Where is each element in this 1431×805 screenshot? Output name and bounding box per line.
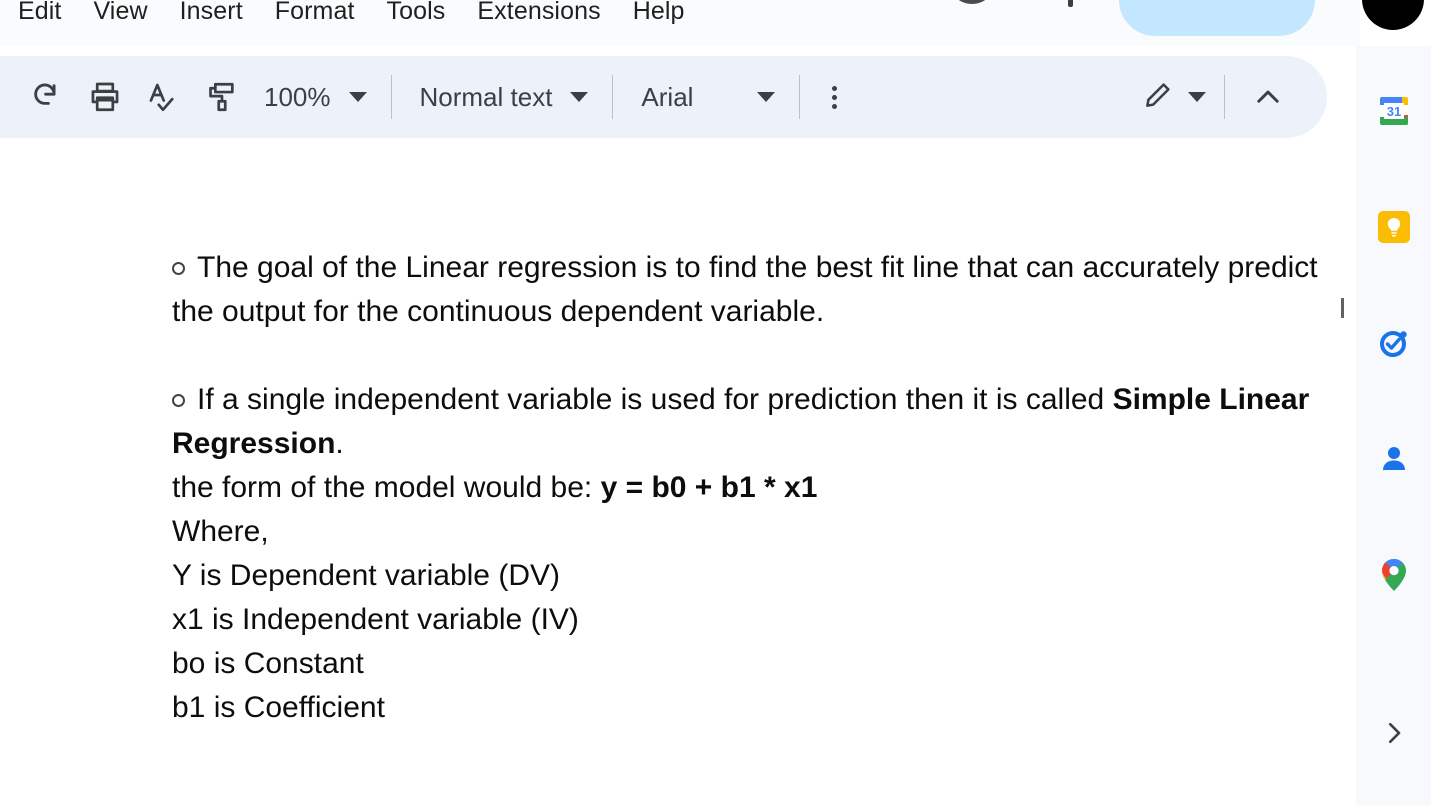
paragraph-model-form[interactable]: the form of the model would be: y = b0 +… <box>172 466 1356 510</box>
more-options-icon <box>831 85 837 91</box>
menu-item-help[interactable]: Help <box>629 0 689 26</box>
side-panel-item-tasks[interactable] <box>1371 322 1417 368</box>
paragraph-coefficient[interactable]: b1 is Coefficient <box>172 686 1356 730</box>
hollow-bullet-icon <box>172 262 185 275</box>
document-canvas[interactable]: The goal of the Linear regression is to … <box>0 138 1356 805</box>
paragraph-text-prefix: If a single independent variable is used… <box>197 383 1113 416</box>
side-panel: 31 <box>1356 46 1431 805</box>
print-icon <box>88 80 122 114</box>
paint-format-icon <box>204 80 238 114</box>
side-panel-item-maps[interactable] <box>1371 554 1417 600</box>
paragraph-constant[interactable]: bo is Constant <box>172 642 1356 686</box>
document-body[interactable]: The goal of the Linear regression is to … <box>172 246 1356 730</box>
menu-bar: Edit View Insert Format Tools Extensions… <box>0 0 1424 46</box>
google-contacts-icon <box>1377 442 1411 481</box>
paragraph-dependent-variable[interactable]: Y is Dependent variable (DV) <box>172 554 1356 598</box>
more-options-button[interactable] <box>814 73 854 121</box>
toolbar-divider <box>612 75 614 119</box>
toolbar-divider <box>1224 75 1225 119</box>
chevron-down-icon <box>757 92 776 102</box>
avatar[interactable] <box>1362 0 1424 30</box>
redo-button[interactable] <box>18 68 76 126</box>
menu-item-edit[interactable]: Edit <box>14 0 65 26</box>
toolbar-divider <box>390 75 392 119</box>
redo-icon <box>30 80 64 114</box>
google-tasks-icon <box>1377 326 1411 365</box>
side-panel-item-keep[interactable] <box>1371 206 1417 252</box>
side-panel-expand-button[interactable] <box>1371 712 1417 758</box>
spellcheck-icon <box>146 80 180 114</box>
paragraph-where[interactable]: Where, <box>172 510 1356 554</box>
paragraph-bullet-simple-linear[interactable]: If a single independent variable is used… <box>172 378 1356 466</box>
pencil-edit-icon <box>1142 79 1174 116</box>
google-docs-window: Edit View Insert Format Tools Extensions… <box>0 0 1431 805</box>
paragraph-bullet-goal[interactable]: The goal of the Linear regression is to … <box>172 246 1356 334</box>
toolbar-divider <box>799 75 801 119</box>
chevron-up-icon <box>1251 80 1285 114</box>
chevron-right-icon <box>1379 718 1409 753</box>
print-button[interactable] <box>76 68 134 126</box>
paint-format-button[interactable] <box>192 68 250 126</box>
chevron-down-icon <box>348 92 367 102</box>
zoom-select[interactable]: 100% <box>250 71 377 123</box>
svg-text:31: 31 <box>1386 104 1400 119</box>
menu-item-tools[interactable]: Tools <box>383 0 450 26</box>
editing-mode-select[interactable] <box>1128 71 1210 123</box>
toolbar: 100% Normal text Arial <box>0 56 1327 138</box>
menu-item-view[interactable]: View <box>89 0 151 26</box>
model-form-equation: y = b0 + b1 * x1 <box>600 471 818 504</box>
model-form-prefix: the form of the model would be: <box>172 471 601 504</box>
google-maps-icon <box>1378 557 1410 598</box>
share-button[interactable] <box>1119 0 1315 36</box>
text-cursor <box>1341 298 1344 318</box>
side-panel-item-calendar[interactable]: 31 <box>1371 90 1417 136</box>
paragraph-text: The goal of the Linear regression is to … <box>172 251 1318 328</box>
side-panel-item-contacts[interactable] <box>1371 438 1417 484</box>
paragraph-text-suffix: . <box>335 427 344 460</box>
google-keep-icon <box>1377 210 1411 249</box>
collapse-toolbar-button[interactable] <box>1239 68 1297 126</box>
menu-item-insert[interactable]: Insert <box>176 0 247 26</box>
hollow-bullet-icon <box>172 394 185 407</box>
paragraph-independent-variable[interactable]: x1 is Independent variable (IV) <box>172 598 1356 642</box>
spellcheck-button[interactable] <box>134 68 192 126</box>
history-icon[interactable] <box>955 0 989 4</box>
document-page[interactable]: The goal of the Linear regression is to … <box>0 138 1356 805</box>
paragraph-style-select[interactable]: Normal text <box>406 71 599 123</box>
chevron-down-icon <box>1188 92 1206 102</box>
chevron-down-icon <box>570 92 589 102</box>
zoom-value: 100% <box>264 81 331 112</box>
google-calendar-icon: 31 <box>1376 93 1412 134</box>
font-family-select[interactable]: Arial <box>627 71 785 123</box>
paragraph-style-value: Normal text <box>419 81 553 112</box>
font-family-value: Arial <box>641 81 694 112</box>
menu-item-format[interactable]: Format <box>271 0 359 26</box>
more-menu-icon[interactable] <box>1068 0 1073 7</box>
menu-item-extensions[interactable]: Extensions <box>473 0 604 26</box>
